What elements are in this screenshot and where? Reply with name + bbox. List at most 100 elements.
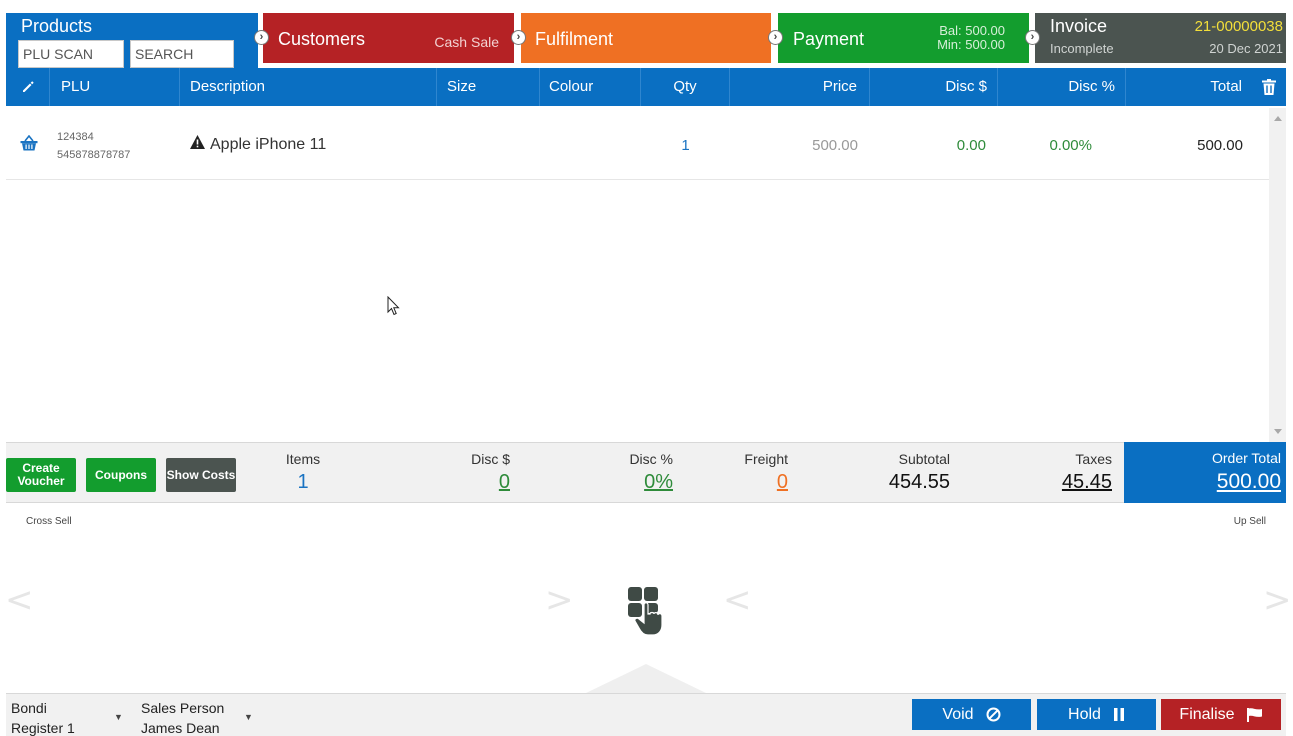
payment-min: Min: 500.00	[937, 37, 1005, 52]
step-bar: Products Customers Cash Sale Fulfilment …	[6, 13, 1286, 68]
summary-items: Items 1	[266, 451, 340, 494]
step-payment-title: Payment	[793, 29, 865, 49]
step-products[interactable]: Products	[6, 13, 258, 68]
subtotal-value: 454.55	[888, 471, 950, 493]
pause-icon	[1113, 708, 1124, 721]
coupons-button[interactable]: Coupons	[86, 458, 156, 492]
trash-icon[interactable]	[1262, 79, 1276, 95]
line-disc-amount[interactable]: 0.00	[870, 137, 998, 154]
create-voucher-button[interactable]: Create Voucher	[6, 458, 76, 492]
invoice-status: Incomplete	[1050, 41, 1114, 56]
show-costs-button[interactable]: Show Costs	[166, 458, 236, 492]
pencil-icon	[22, 81, 34, 92]
freight-value[interactable]: 0	[688, 471, 788, 494]
totals-bar: Create Voucher Coupons Show Costs Items …	[6, 442, 1286, 503]
store-selector[interactable]: Bondi Register 1	[11, 698, 75, 736]
flag-icon	[1246, 707, 1262, 722]
line-plu: 124384	[57, 131, 94, 143]
cross-sell-label: Cross Sell	[26, 516, 72, 527]
order-lines: 124384 545878878787 Apple iPhone 11 1 50…	[6, 108, 1286, 442]
step-invoice[interactable]: Invoice 21-00000038 Incomplete 20 Dec 20…	[1035, 13, 1286, 63]
up-sell-label: Up Sell	[1233, 516, 1266, 527]
search-input[interactable]	[130, 40, 234, 68]
summary-subtotal: Subtotal 454.55	[850, 451, 950, 494]
summary-disc-percent: Disc % 0%	[573, 451, 673, 494]
freight-label: Freight	[744, 451, 788, 467]
column-size[interactable]: Size	[437, 68, 540, 106]
hold-button[interactable]: Hold	[1037, 699, 1156, 730]
summary-taxes: Taxes 45.45	[1012, 451, 1112, 494]
step-customers-title: Customers	[278, 29, 366, 49]
step-fulfilment-title: Fulfilment	[535, 29, 614, 49]
table-header: PLU Description Size Colour Qty Price Di…	[6, 68, 1286, 106]
touch-icon[interactable]	[628, 587, 662, 635]
taxes-label: Taxes	[1075, 451, 1112, 467]
plu-scan-input[interactable]	[18, 40, 124, 68]
store-name: Bondi	[11, 700, 47, 716]
step-products-title: Products	[21, 16, 93, 36]
step-customers[interactable]: Customers Cash Sale	[263, 13, 514, 63]
column-colour[interactable]: Colour	[540, 68, 641, 106]
line-disc-percent[interactable]: 0.00%	[998, 137, 1126, 154]
column-disc-percent[interactable]: Disc %	[998, 68, 1126, 106]
chevron-right-icon: ›	[768, 30, 783, 45]
column-description[interactable]: Description	[180, 68, 437, 106]
column-plu[interactable]: PLU	[50, 68, 180, 106]
summary-freight: Freight 0	[688, 451, 788, 494]
table-row[interactable]: 124384 545878878787 Apple iPhone 11 1 50…	[6, 108, 1269, 180]
edit-column[interactable]	[6, 68, 50, 106]
column-disc-amount[interactable]: Disc $	[870, 68, 998, 106]
payment-bal: Bal: 500.00	[939, 23, 1005, 38]
summary-order-total: Order Total 500.00	[1124, 442, 1286, 503]
disc-percent-value[interactable]: 0%	[573, 471, 673, 494]
void-label: Void	[942, 705, 974, 723]
line-total: 500.00	[1197, 137, 1243, 154]
line-barcode: 545878878787	[57, 149, 131, 161]
disc-amount-value[interactable]: 0	[410, 471, 510, 494]
step-invoice-title: Invoice	[1050, 16, 1108, 36]
line-qty[interactable]: 1	[641, 137, 730, 154]
step-fulfilment[interactable]: Fulfilment	[521, 13, 771, 63]
column-price[interactable]: Price	[730, 68, 870, 106]
column-qty[interactable]: Qty	[641, 68, 730, 106]
expand-panel-icon[interactable]	[586, 664, 706, 693]
up-sell-prev-icon[interactable]: <	[723, 580, 752, 620]
cross-sell-next-icon[interactable]: >	[545, 580, 574, 620]
sales-person-selector[interactable]: Sales Person James Dean	[141, 698, 224, 736]
hold-label: Hold	[1068, 705, 1101, 723]
register-name: Register 1	[11, 720, 75, 736]
finalise-button[interactable]: Finalise	[1161, 699, 1281, 730]
order-total-label: Order Total	[1212, 450, 1281, 466]
chevron-right-icon: ›	[254, 30, 269, 45]
scroll-down-icon[interactable]	[1274, 429, 1282, 434]
line-price[interactable]: 500.00	[730, 137, 870, 154]
disc-percent-label: Disc %	[629, 451, 673, 467]
payment-balance: Bal: 500.00 Min: 500.00	[937, 24, 1005, 52]
list-scrollbar[interactable]	[1269, 108, 1286, 442]
warning-icon	[190, 135, 205, 149]
step-payment[interactable]: Payment Bal: 500.00 Min: 500.00	[778, 13, 1029, 63]
caret-down-icon[interactable]: ▼	[114, 712, 123, 722]
footer-bar: Bondi Register 1 ▼ Sales Person James De…	[6, 693, 1286, 736]
sales-person-name: James Dean	[141, 720, 220, 736]
taxes-value[interactable]: 45.45	[1012, 471, 1112, 494]
customer-type: Cash Sale	[434, 34, 499, 50]
items-label: Items	[285, 451, 321, 467]
caret-down-icon[interactable]: ▼	[244, 712, 253, 722]
scroll-up-icon[interactable]	[1274, 116, 1282, 121]
order-total-value[interactable]: 500.00	[1124, 470, 1281, 494]
line-description[interactable]: Apple iPhone 11	[210, 136, 326, 154]
chevron-right-icon: ›	[1025, 30, 1040, 45]
subtotal-label: Subtotal	[898, 451, 950, 467]
up-sell-next-icon[interactable]: >	[1263, 580, 1292, 620]
ban-icon	[986, 707, 1001, 722]
basket-icon[interactable]	[20, 135, 38, 151]
void-button[interactable]: Void	[912, 699, 1031, 730]
invoice-date: 20 Dec 2021	[1209, 41, 1283, 56]
cross-sell-prev-icon[interactable]: <	[5, 580, 34, 620]
disc-amount-label: Disc $	[471, 451, 510, 467]
mouse-cursor-icon	[387, 296, 400, 316]
chevron-right-icon: ›	[511, 30, 526, 45]
sales-person-label: Sales Person	[141, 700, 225, 716]
finalise-label: Finalise	[1179, 705, 1235, 723]
